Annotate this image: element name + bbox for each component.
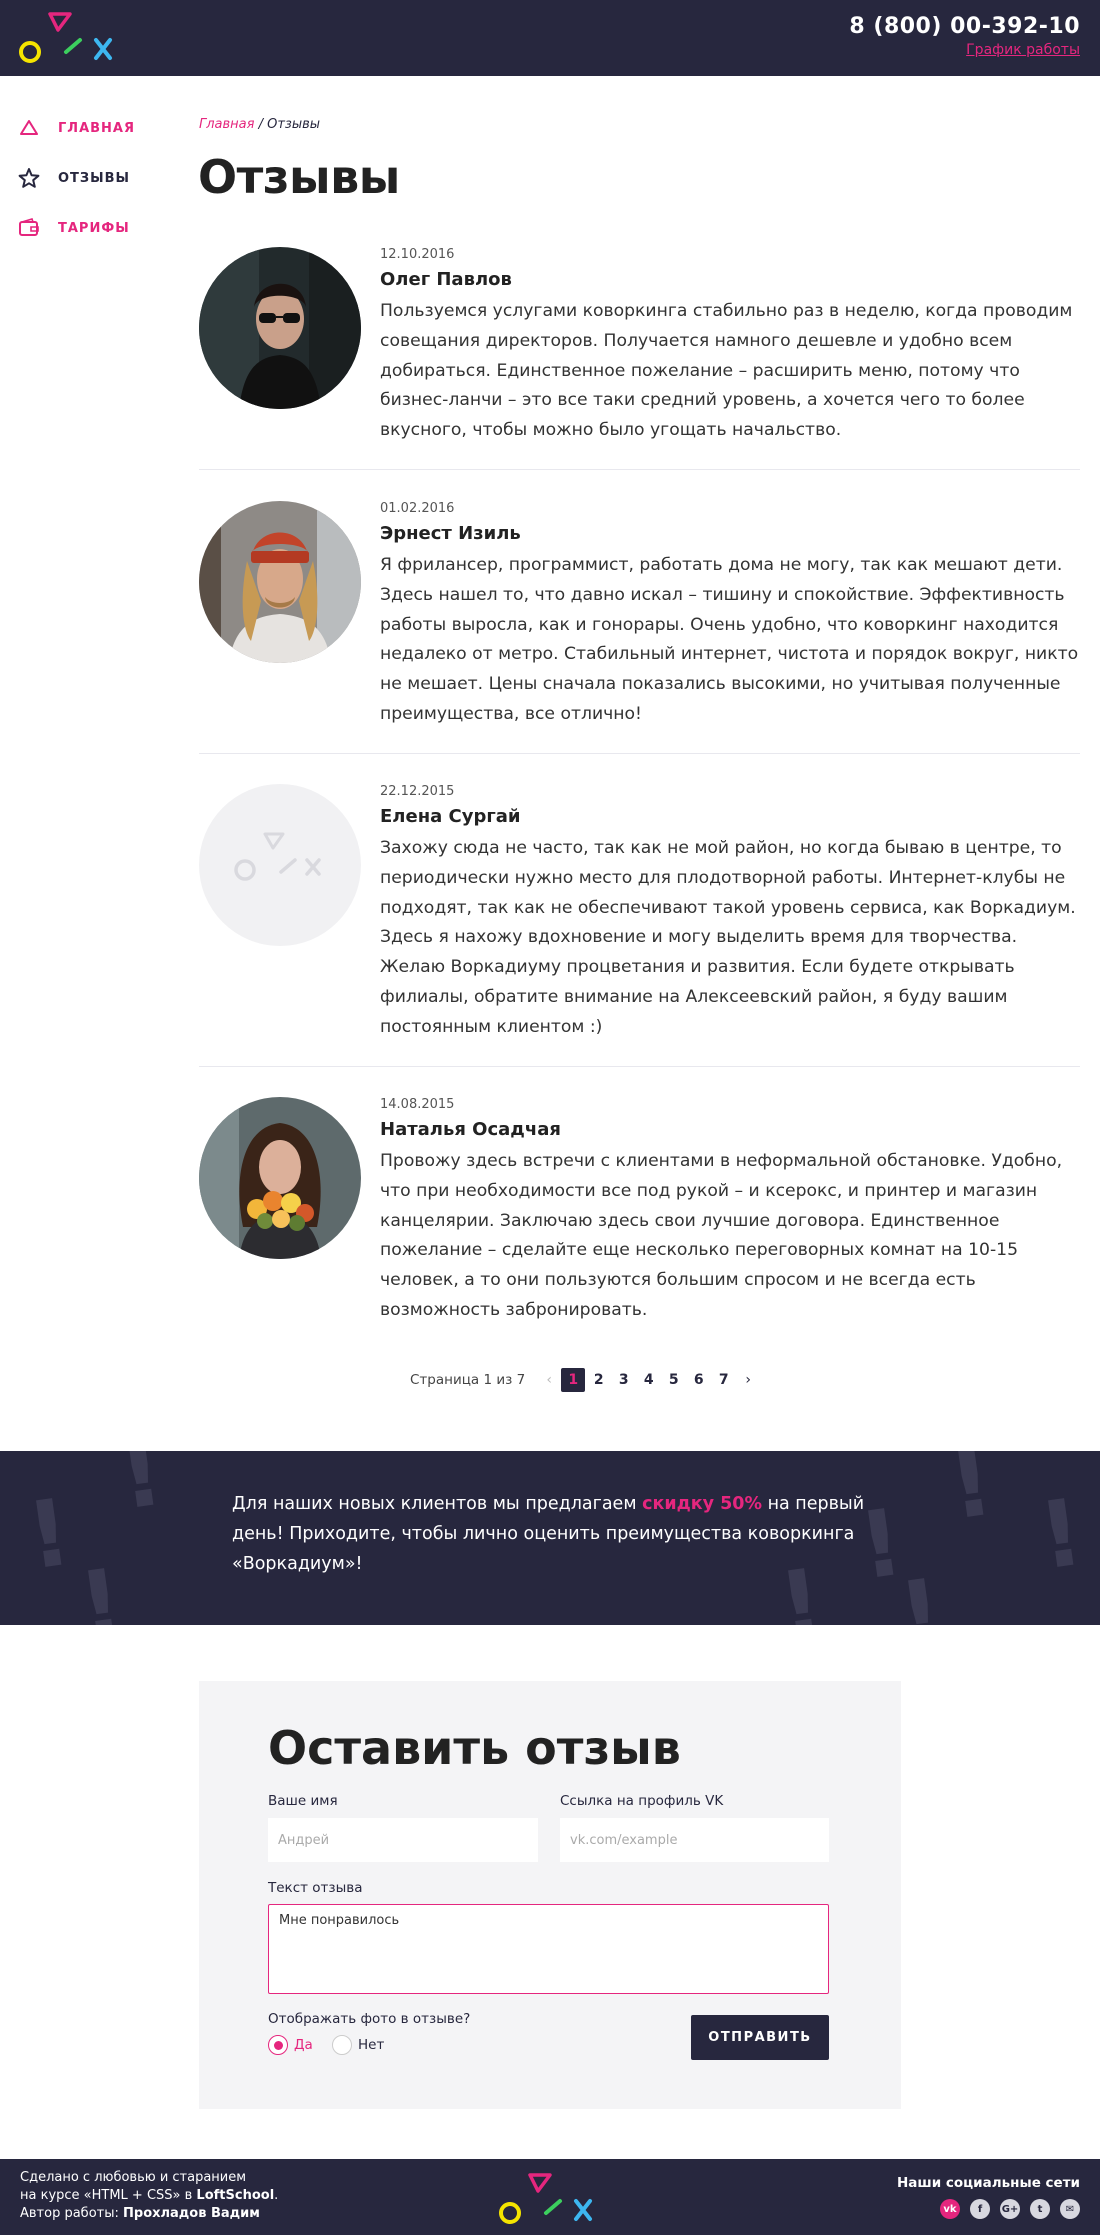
review-author: Олег Павлов <box>380 269 512 290</box>
page-button[interactable]: 7 <box>711 1368 736 1392</box>
vk-profile-input[interactable] <box>560 1818 829 1862</box>
photo-yes-radio[interactable]: Да <box>268 2035 313 2055</box>
social-links: vk f G+ t ✉ <box>930 2199 1080 2219</box>
radio-label: Нет <box>358 2037 385 2053</box>
exclamation-decor-icon: ! <box>1032 1478 1090 1591</box>
review-author: Елена Сургай <box>380 806 521 827</box>
page-button[interactable]: 3 <box>611 1368 636 1392</box>
site-header: 8 (800) 00-392-10 График работы <box>0 0 1100 76</box>
prev-page-chevron-icon[interactable]: ‹ <box>537 1368 561 1392</box>
footer-text: на курсе «HTML + CSS» в <box>20 2188 197 2203</box>
breadcrumb-separator: / <box>254 117 268 132</box>
social-title: Наши социальные сети <box>896 2175 1080 2191</box>
pagination-info: Страница 1 из 7 <box>410 1372 526 1388</box>
site-footer: Сделано с любовью и старанием на курсе «… <box>0 2159 1100 2235</box>
schedule-link[interactable]: График работы <box>966 42 1080 58</box>
exclamation-decor-icon: ! <box>112 1451 170 1531</box>
name-input[interactable] <box>268 1818 538 1862</box>
sidebar-item-reviews[interactable]: ОТЗЫВЫ <box>18 166 178 190</box>
review-form: Оставить отзыв Ваше имя Ссылка на профил… <box>199 1681 901 2109</box>
review-divider <box>199 753 1080 754</box>
placeholder-avatar-icon <box>199 784 361 946</box>
wallet-icon <box>19 218 39 236</box>
radio-circle <box>332 2035 352 2055</box>
sidebar-item-tariffs[interactable]: ТАРИФЫ <box>18 216 178 240</box>
footer-author: Прохладов Вадим <box>123 2206 260 2221</box>
review-text: Я фрилансер, программист, работать дома … <box>380 555 1079 724</box>
review-body: 14.08.2015 Наталья Осадчая Провожу здесь… <box>380 1097 1080 1326</box>
radio-circle <box>268 2035 288 2055</box>
phone-number[interactable]: 8 (800) 00-392-10 <box>849 14 1080 39</box>
review-avatar <box>199 1097 361 1259</box>
mail-icon[interactable]: ✉ <box>1060 2199 1080 2219</box>
sidebar-item-label: ТАРИФЫ <box>58 220 130 236</box>
page-button[interactable]: 1 <box>561 1368 586 1392</box>
twitter-icon[interactable]: t <box>1030 2199 1050 2219</box>
sidebar-item-home[interactable]: ГЛАВНАЯ <box>18 116 178 140</box>
review-text-label: Текст отзыва <box>268 1880 363 1896</box>
footer-school: LoftSchool <box>196 2188 275 2203</box>
submit-button[interactable]: ОТПРАВИТЬ <box>691 2015 829 2060</box>
footer-logo[interactable] <box>496 2171 600 2227</box>
promo-highlight: скидку 50% <box>642 1494 763 1514</box>
review-body: 12.10.2016 Олег Павлов Пользуемся услуга… <box>380 247 1080 446</box>
radio-label: Да <box>294 2037 313 2053</box>
review-author: Наталья Осадчая <box>380 1119 561 1140</box>
logo[interactable] <box>16 10 120 66</box>
footer-text: Автор работы: <box>20 2206 124 2221</box>
review-body: 22.12.2015 Елена Сургай Захожу сюда не ч… <box>380 784 1080 1043</box>
breadcrumb-current: Отзывы <box>267 117 321 132</box>
form-title: Оставить отзыв <box>268 1721 681 1775</box>
breadcrumb: Главная / Отзывы <box>199 117 320 132</box>
photo-question-label: Отображать фото в отзыве? <box>268 2011 471 2027</box>
page-button[interactable]: 5 <box>661 1368 686 1392</box>
review-date: 12.10.2016 <box>380 247 455 262</box>
page-title: Отзывы <box>198 150 400 204</box>
review-avatar <box>199 501 361 663</box>
review-avatar <box>199 247 361 409</box>
exclamation-decor-icon: ! <box>892 1558 950 1625</box>
name-label: Ваше имя <box>268 1793 338 1809</box>
review-date: 14.08.2015 <box>380 1097 455 1112</box>
footer-line: Сделано с любовью и старанием <box>20 2170 247 2185</box>
page-button[interactable]: 2 <box>586 1368 611 1392</box>
triangle-icon <box>20 120 38 135</box>
page-button[interactable]: 4 <box>636 1368 661 1392</box>
sidebar-item-label: ГЛАВНАЯ <box>58 120 136 136</box>
vk-icon[interactable]: vk <box>940 2199 960 2219</box>
pagination: Страница 1 из 7 ‹ 1 2 3 4 5 6 7 › <box>410 1368 760 1392</box>
facebook-icon[interactable]: f <box>970 2199 990 2219</box>
footer-line: Автор работы: Прохладов Вадим <box>20 2205 278 2223</box>
exclamation-decor-icon: ! <box>72 1548 130 1625</box>
review-divider <box>199 1066 1080 1067</box>
promo-text: Для наших новых клиентов мы предлагаем с… <box>232 1489 872 1579</box>
review-date: 22.12.2015 <box>380 784 455 799</box>
review-divider <box>199 469 1080 470</box>
next-page-chevron-icon[interactable]: › <box>736 1368 760 1392</box>
exclamation-decor-icon: ! <box>20 1478 78 1591</box>
photo-no-radio[interactable]: Нет <box>332 2035 384 2055</box>
vk-label: Ссылка на профиль VK <box>560 1793 724 1809</box>
promo-text-part: Для наших новых клиентов мы предлагаем <box>232 1494 643 1514</box>
page-button[interactable]: 6 <box>686 1368 711 1392</box>
google-plus-icon[interactable]: G+ <box>1000 2199 1020 2219</box>
star-icon <box>18 168 40 188</box>
breadcrumb-home-link[interactable]: Главная <box>199 117 254 132</box>
footer-credits: Сделано с любовью и старанием на курсе «… <box>20 2169 278 2223</box>
sidebar-item-label: ОТЗЫВЫ <box>58 170 131 186</box>
footer-text: . <box>274 2188 279 2203</box>
review-text: Пользуемся услугами коворкинга стабильно… <box>380 301 1073 441</box>
promo-banner: ! ! ! ! ! ! ! ! Для наших новых клиентов… <box>0 1451 1100 1625</box>
review-author: Эрнест Изиль <box>380 523 521 544</box>
review-textarea[interactable]: Мне понравилось <box>268 1904 829 1994</box>
review-body: 01.02.2016 Эрнест Изиль Я фрилансер, про… <box>380 501 1080 730</box>
exclamation-decor-icon: ! <box>942 1451 1000 1541</box>
review-text: Провожу здесь встречи с клиентами в нефо… <box>380 1151 1063 1320</box>
review-text: Захожу сюда не часто, так как не мой рай… <box>380 838 1076 1037</box>
sidebar-nav: ГЛАВНАЯ ОТЗЫВЫ ТАРИФЫ <box>18 116 178 266</box>
footer-line: на курсе «HTML + CSS» в LoftSchool. <box>20 2187 278 2205</box>
review-date: 01.02.2016 <box>380 501 455 516</box>
